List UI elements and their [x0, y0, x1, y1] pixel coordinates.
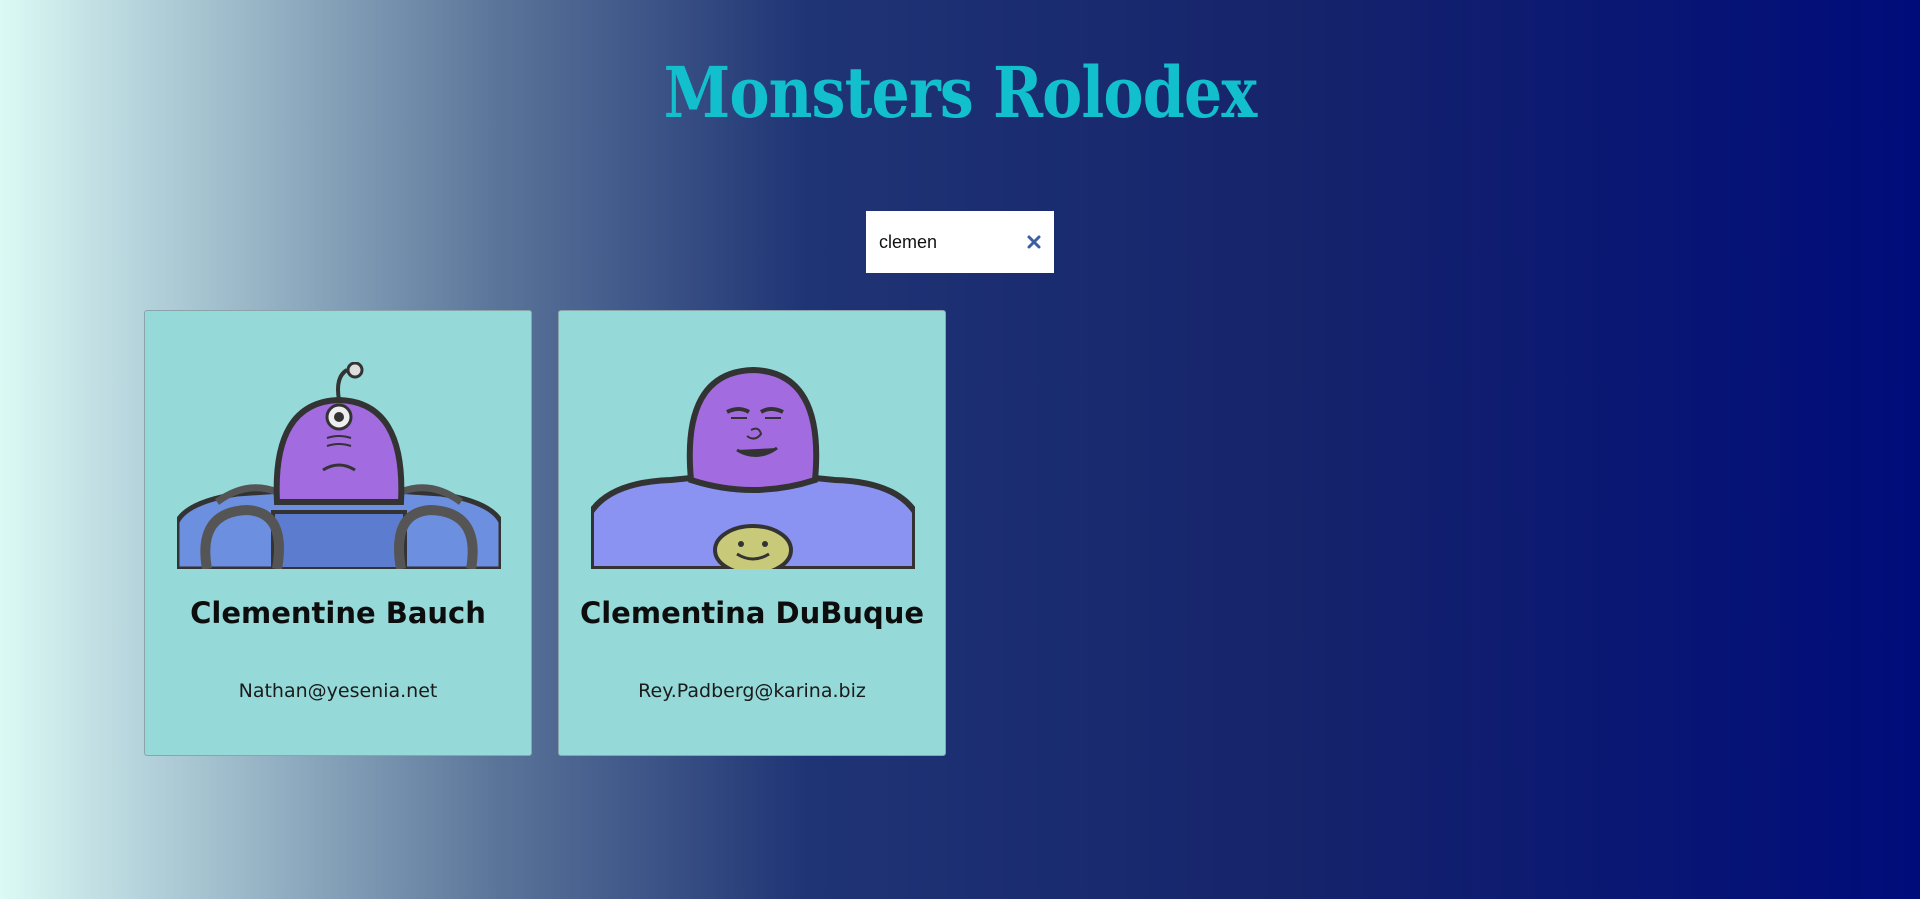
monster-name: Clementine Bauch: [190, 596, 486, 630]
close-icon[interactable]: [1024, 232, 1044, 252]
search-box[interactable]: [866, 211, 1054, 273]
monster-name: Clementina DuBuque: [579, 596, 925, 630]
robot-monster-avatar-1: [177, 362, 501, 569]
robot-monster-avatar-2: [591, 366, 915, 569]
monster-card[interactable]: Clementine Bauch Nathan@yesenia.net: [144, 310, 532, 756]
monster-email: Rey.Padberg@karina.biz: [638, 680, 866, 702]
monster-email: Nathan@yesenia.net: [238, 680, 438, 702]
monster-avatar: [177, 362, 501, 569]
page-title: Monsters Rolodex: [663, 51, 1258, 134]
monster-card[interactable]: Clementina DuBuque Rey.Padberg@karina.bi…: [558, 310, 946, 756]
monster-avatar: [591, 362, 915, 569]
search-input[interactable]: [866, 211, 1016, 273]
